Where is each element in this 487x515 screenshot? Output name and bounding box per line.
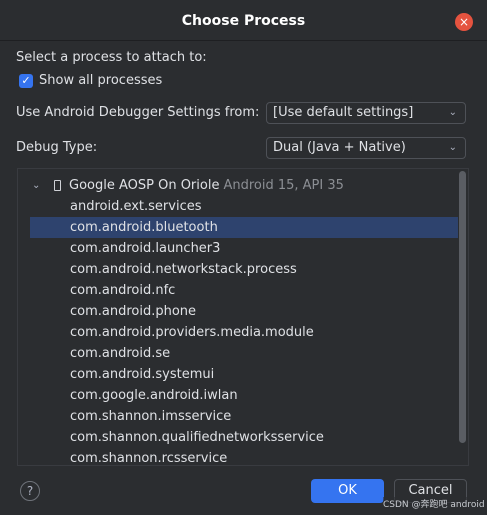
checkmark-icon: ✓	[19, 73, 33, 88]
debug-type-select[interactable]: Dual (Java + Native) ⌄	[266, 137, 466, 159]
watermark: CSDN @奔跑吧 android	[383, 497, 485, 510]
process-item[interactable]: com.android.phone	[30, 301, 458, 322]
debugger-settings-label: Use Android Debugger Settings from:	[16, 105, 260, 120]
dialog-title: Choose Process	[181, 13, 306, 29]
chevron-down-icon: ⌄	[448, 107, 457, 118]
help-button[interactable]: ?	[20, 481, 40, 501]
process-item[interactable]: com.android.providers.media.module	[30, 322, 458, 343]
chevron-down-icon[interactable]: ⌄	[32, 175, 40, 196]
process-list[interactable]: ⌄ Google AOSP On Oriole Android 15, API 3…	[17, 168, 469, 466]
phone-icon	[54, 180, 61, 191]
device-node[interactable]: ⌄ Google AOSP On Oriole Android 15, API 3…	[18, 175, 458, 196]
process-item[interactable]: com.android.bluetooth	[30, 217, 458, 238]
process-item[interactable]: com.shannon.imsservice	[30, 406, 458, 427]
process-item[interactable]: com.android.nfc	[30, 280, 458, 301]
device-meta: Android 15, API 35	[223, 178, 344, 193]
show-all-processes-checkbox[interactable]: ✓ Show all processes	[19, 73, 162, 88]
chevron-down-icon: ⌄	[448, 142, 457, 153]
title-bar: Choose Process ×	[0, 0, 487, 41]
process-item[interactable]: com.google.android.iwlan	[30, 385, 458, 406]
ok-button[interactable]: OK	[311, 479, 384, 503]
close-button[interactable]: ×	[455, 13, 473, 31]
process-item[interactable]: com.android.systemui	[30, 364, 458, 385]
close-icon: ×	[458, 15, 470, 29]
debug-type-value: Dual (Java + Native)	[273, 140, 406, 155]
process-item[interactable]: com.android.se	[30, 343, 458, 364]
process-item[interactable]: com.shannon.qualifiednetworksservice	[30, 427, 458, 448]
debugger-settings-select[interactable]: [Use default settings] ⌄	[266, 102, 466, 124]
scrollbar-thumb[interactable]	[459, 171, 466, 443]
process-item[interactable]: com.android.networkstack.process	[30, 259, 458, 280]
process-item[interactable]: com.shannon.rcsservice	[30, 448, 458, 465]
help-icon: ?	[26, 484, 34, 498]
debugger-settings-value: [Use default settings]	[273, 105, 414, 120]
attach-label: Select a process to attach to:	[16, 50, 207, 65]
show-all-label: Show all processes	[39, 73, 163, 88]
process-item[interactable]: com.android.launcher3	[30, 238, 458, 259]
process-item[interactable]: android.ext.services	[30, 196, 458, 217]
debug-type-label: Debug Type:	[16, 140, 98, 155]
device-name: Google AOSP On Oriole	[69, 178, 220, 193]
